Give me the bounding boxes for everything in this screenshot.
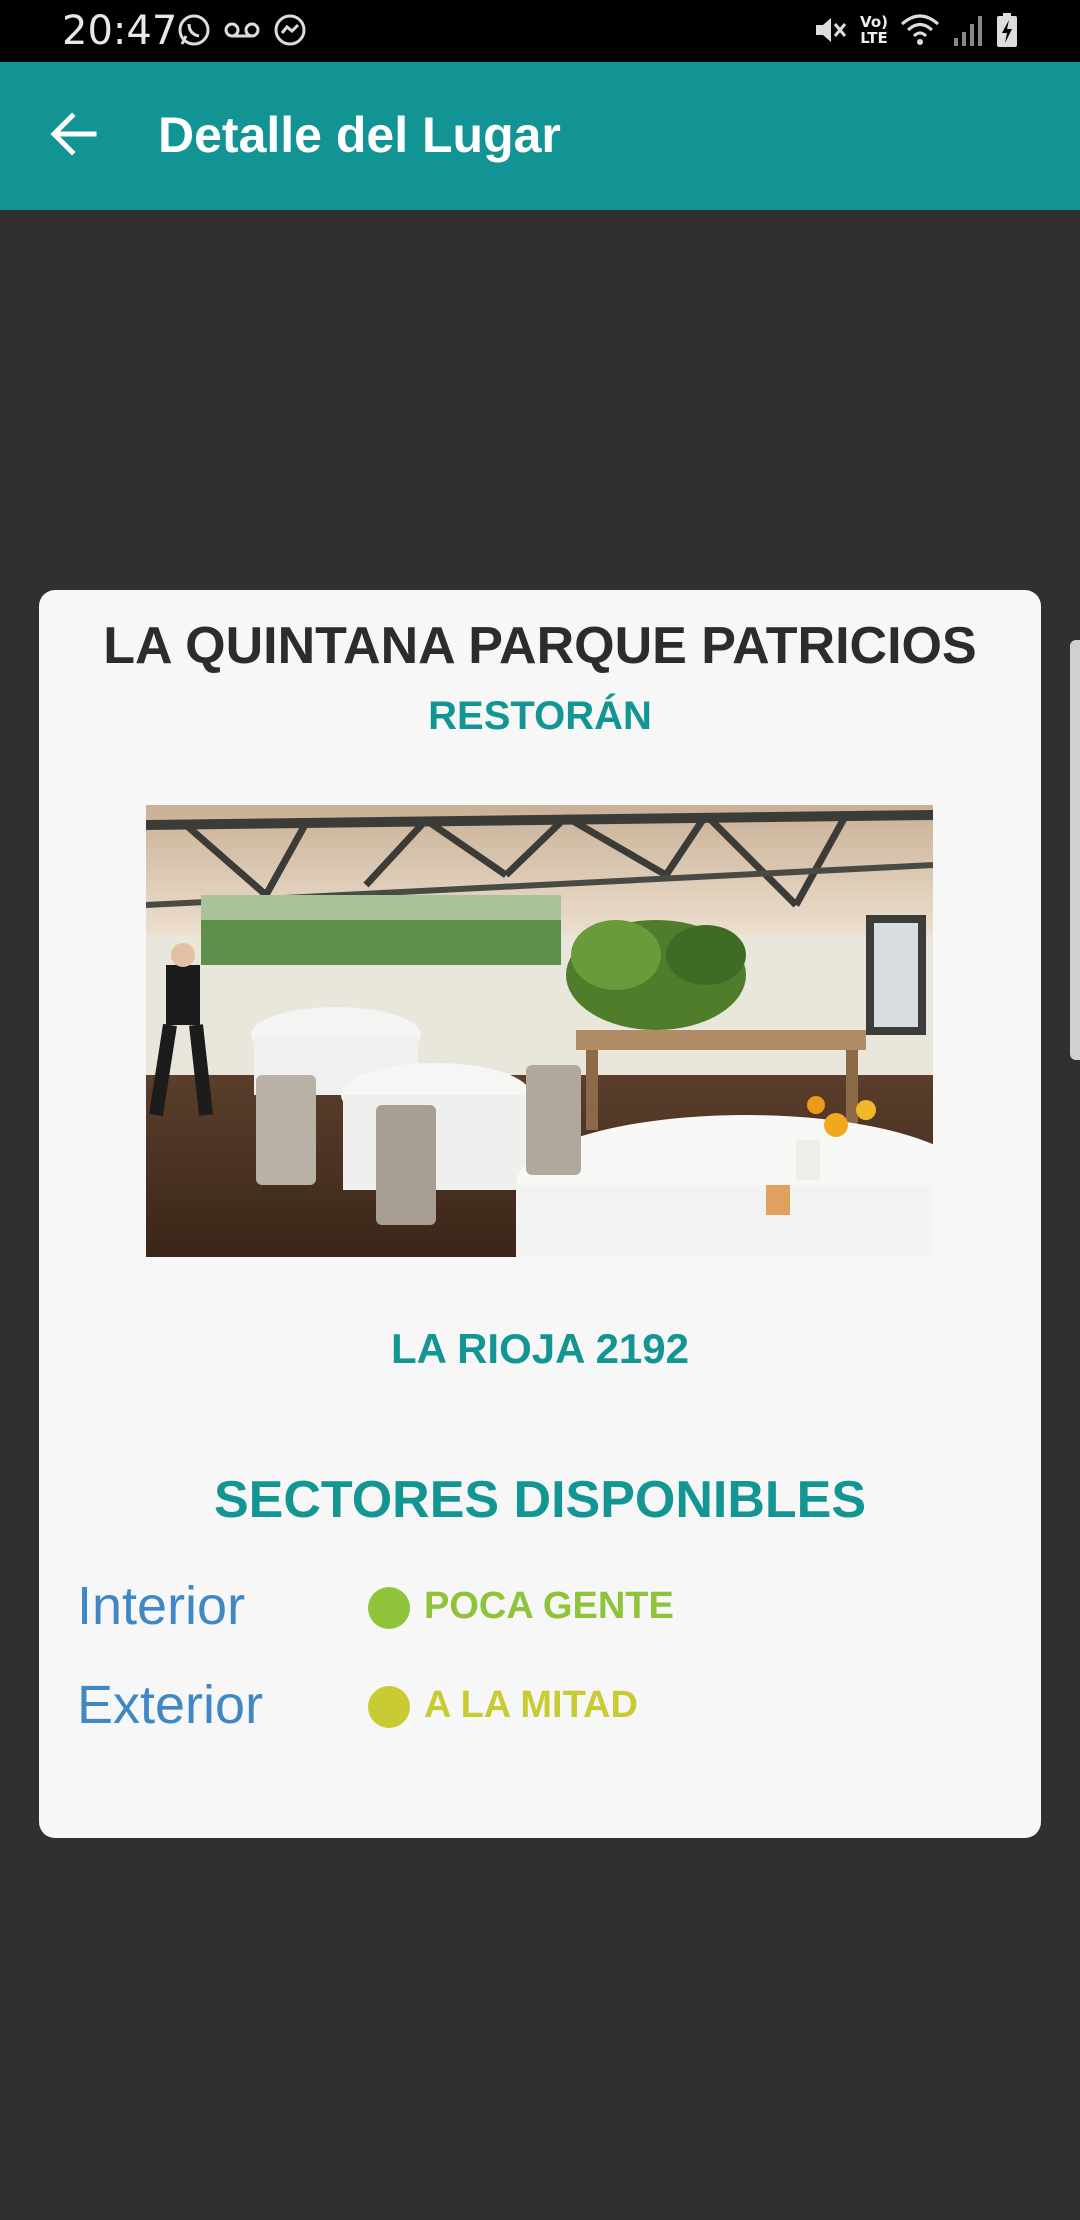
wifi-icon [901, 14, 939, 45]
place-name: LA QUINTANA PARQUE PATRICIOS [103, 617, 977, 675]
status-bar: 20:47 Vo) LTE [0, 0, 1080, 62]
sector-row-exterior: Exterior A LA MITAD [77, 1674, 997, 1744]
place-address: LA RIOJA 2192 [391, 1325, 689, 1372]
messenger-icon [274, 14, 306, 46]
signal-icon [954, 16, 982, 46]
status-time: 20:47 [62, 8, 178, 54]
status-dot-icon [368, 1587, 410, 1629]
mute-icon [816, 18, 847, 42]
restaurant-photo [146, 805, 933, 1257]
place-detail-card: LA QUINTANA PARQUE PATRICIOS RESTORÁN LA… [39, 590, 1041, 1838]
sector-name: Exterior [77, 1675, 264, 1735]
whatsapp-icon [178, 14, 210, 46]
sector-row-interior: Interior POCA GENTE [77, 1575, 997, 1645]
volte-icon: Vo) LTE [860, 13, 888, 47]
scrollbar[interactable] [1070, 640, 1080, 1060]
sector-status: A LA MITAD [424, 1684, 638, 1726]
battery-charging-icon [997, 13, 1017, 47]
sector-status: POCA GENTE [424, 1585, 674, 1627]
status-dot-icon [368, 1686, 410, 1728]
arrow-left-icon[interactable] [42, 102, 106, 166]
voicemail-icon [224, 22, 260, 38]
sectors-title: SECTORES DISPONIBLES [213, 1471, 867, 1529]
page-title: Detalle del Lugar [158, 107, 561, 163]
app-bar: Detalle del Lugar [0, 62, 1080, 210]
place-type: RESTORÁN [428, 694, 652, 738]
sector-name: Interior [77, 1576, 246, 1636]
